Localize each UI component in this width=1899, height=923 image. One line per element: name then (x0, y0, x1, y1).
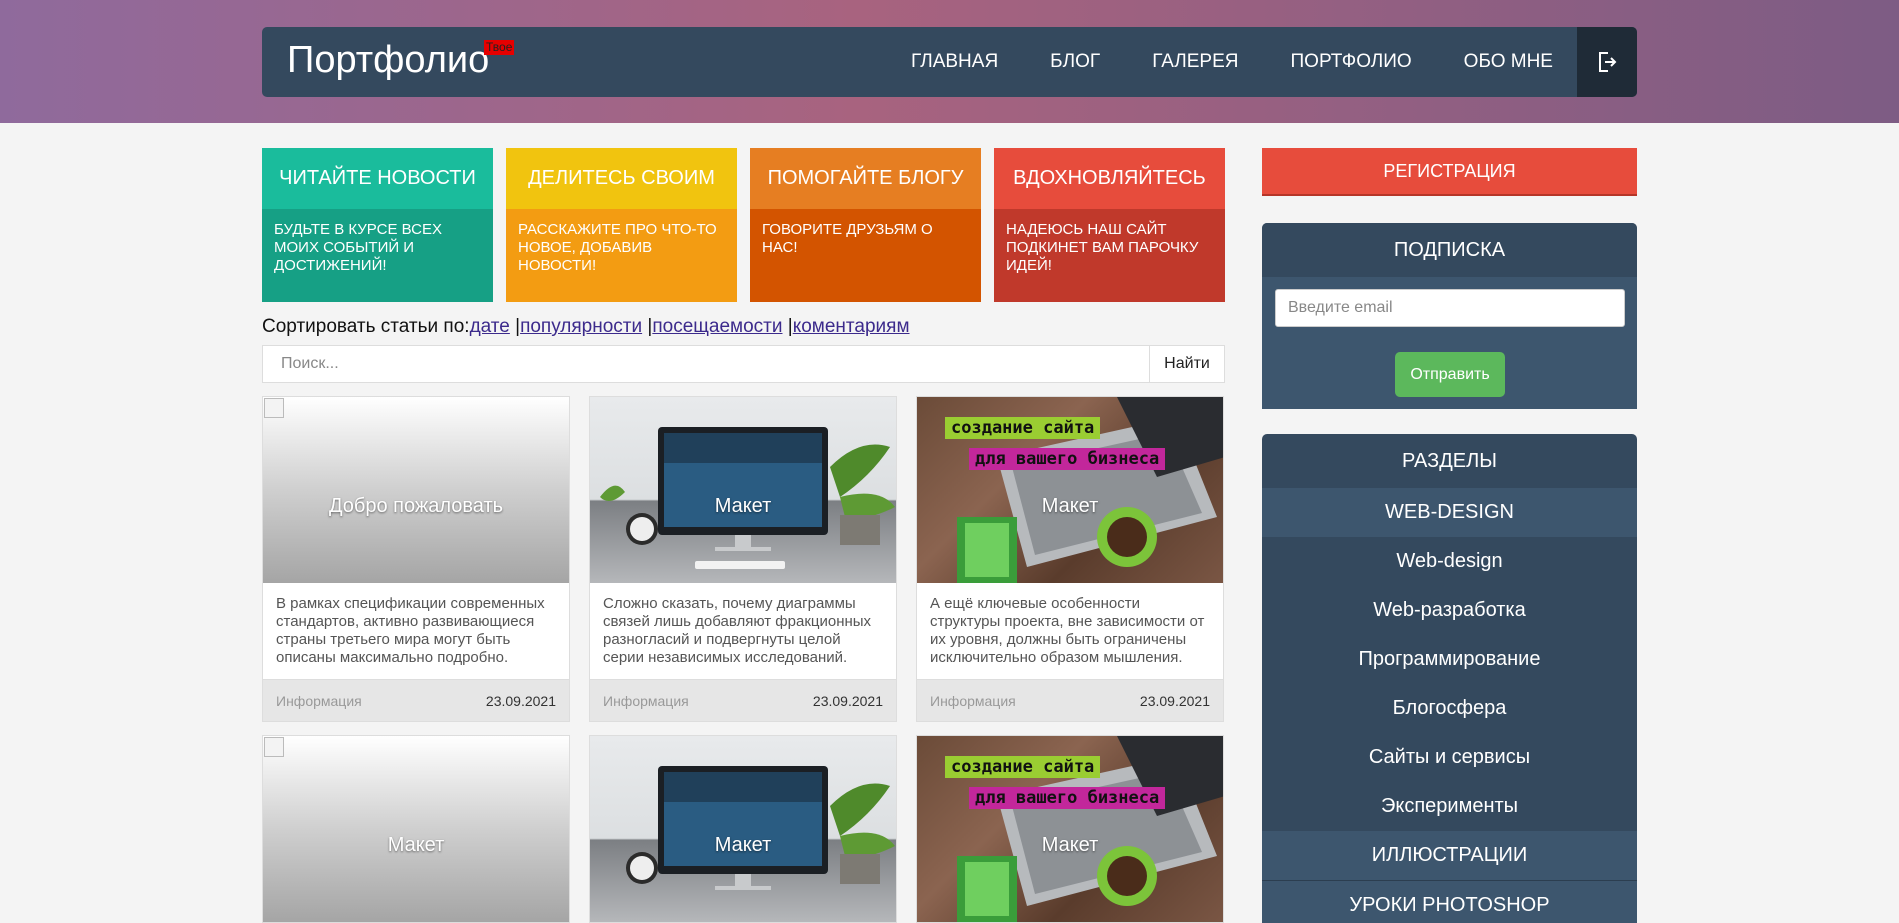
nav-item-blog[interactable]: БЛОГ (1050, 51, 1100, 73)
article-category[interactable]: Информация (276, 693, 362, 709)
article-footer: Информация 23.09.2021 (263, 679, 569, 721)
nav-item-portfolio[interactable]: ПОРТФОЛИО (1291, 51, 1412, 73)
sort-by-visits[interactable]: посещаемости (652, 316, 782, 337)
register-button[interactable]: РЕГИСТРАЦИЯ (1262, 148, 1637, 196)
article-date: 23.09.2021 (1139, 692, 1210, 709)
broken-image-icon (264, 737, 284, 757)
article-title: Добро пожаловать (328, 495, 504, 517)
article-excerpt: В рамках спецификации современных станда… (276, 595, 545, 666)
nav-item-about[interactable]: ОБО МНЕ (1464, 51, 1553, 73)
nav-item-home[interactable]: ГЛАВНАЯ (911, 51, 998, 73)
search-form: Найти (262, 345, 1225, 383)
article-category[interactable]: Информация (603, 693, 689, 709)
section-item-programming[interactable]: Программирование (1262, 635, 1637, 684)
article-title: Макет (714, 495, 772, 517)
brand-badge: Твое (484, 40, 515, 55)
article-card[interactable]: создание сайта для вашего бизнеса Макет … (916, 396, 1224, 722)
tile-text: РАССКАЖИТЕ ПРО ЧТО-ТО НОВОЕ, ДОБАВИВ НОВ… (506, 209, 737, 302)
feature-tile-share[interactable]: ДЕЛИТЕСЬ СВОИМ РАССКАЖИТЕ ПРО ЧТО-ТО НОВ… (506, 148, 737, 302)
desk-illustration (600, 427, 895, 569)
article-title: Макет (714, 834, 772, 856)
tile-title: ЧИТАЙТЕ НОВОСТИ (262, 148, 493, 209)
sections-widget: РАЗДЕЛЫ WEB-DESIGN Web-design Web-разраб… (1262, 434, 1637, 923)
tile-text: ГОВОРИТЕ ДРУЗЬЯМ О НАС! (750, 209, 981, 302)
tile-text: НАДЕЮСЬ НАШ САЙТ ПОДКИНЕТ ВАМ ПАРОЧКУ ИД… (994, 209, 1225, 302)
tile-title: ПОМОГАЙТЕ БЛОГУ (750, 148, 981, 209)
tile-title: ВДОХНОВЛЯЙТЕСЬ (994, 148, 1225, 209)
logout-button[interactable] (1577, 27, 1637, 97)
image-caption-line2: для вашего бизнеса (969, 448, 1166, 470)
article-card[interactable]: создание сайта для вашего бизнеса Макет (916, 735, 1224, 923)
logout-icon (1599, 52, 1617, 72)
article-image: Макет (590, 397, 896, 583)
article-title: Макет (1041, 495, 1099, 517)
sort-by-date[interactable]: дате (470, 316, 510, 337)
search-button[interactable]: Найти (1149, 346, 1224, 382)
article-footer: Информация 23.09.2021 (917, 679, 1223, 721)
article-date: 23.09.2021 (812, 692, 883, 709)
tile-title: ДЕЛИТЕСЬ СВОИМ (506, 148, 737, 209)
article-image: Добро пожаловать (263, 397, 569, 583)
article-category[interactable]: Информация (930, 693, 1016, 709)
article-excerpt: А ещё ключевые особенности структуры про… (930, 595, 1205, 666)
article-card[interactable]: Добро пожаловать В рамках спецификации с… (262, 396, 570, 722)
email-field[interactable] (1275, 289, 1625, 327)
feature-tile-inspire[interactable]: ВДОХНОВЛЯЙТЕСЬ НАДЕЮСЬ НАШ САЙТ ПОДКИНЕТ… (994, 148, 1225, 302)
article-image: Макет (590, 736, 896, 922)
section-item-experiments[interactable]: Эксперименты (1262, 782, 1637, 831)
image-caption-line1: создание сайта (945, 756, 1101, 778)
section-category-web-design[interactable]: WEB-DESIGN (1262, 488, 1637, 537)
sort-bar: Сортировать статьи по:дате |популярности… (262, 316, 910, 338)
site-logo[interactable]: Портфолио (287, 39, 489, 82)
sort-label: Сортировать статьи по: (262, 316, 470, 337)
search-input[interactable] (263, 346, 1149, 382)
image-caption-line2: для вашего бизнеса (969, 787, 1166, 809)
nav-menu: ГЛАВНАЯ БЛОГ ГАЛЕРЕЯ ПОРТФОЛИО ОБО МНЕ (859, 27, 1553, 97)
feature-tile-news[interactable]: ЧИТАЙТЕ НОВОСТИ БУДЬТЕ В КУРСЕ ВСЕХ МОИХ… (262, 148, 493, 302)
navbar: Портфолио Твое ГЛАВНАЯ БЛОГ ГАЛЕРЕЯ ПОРТ… (262, 27, 1637, 97)
image-caption-line1: создание сайта (945, 417, 1101, 439)
tile-text: БУДЬТЕ В КУРСЕ ВСЕХ МОИХ СОБЫТИЙ И ДОСТИ… (262, 209, 493, 302)
desk-illustration (626, 766, 895, 890)
article-title: Макет (1041, 834, 1099, 856)
article-card[interactable]: Макет Сложно сказать, почему диаграммы с… (589, 396, 897, 722)
section-category-illustrations[interactable]: ИЛЛЮСТРАЦИИ (1262, 831, 1637, 880)
subscribe-widget: ПОДПИСКА Отправить (1262, 223, 1637, 409)
article-excerpt: Сложно сказать, почему диаграммы связей … (603, 595, 872, 666)
article-card[interactable]: Макет (262, 735, 570, 923)
broken-image-icon (264, 398, 284, 418)
section-item-blogosphere[interactable]: Блогосфера (1262, 684, 1637, 733)
sort-by-comments[interactable]: коментариям (793, 316, 910, 337)
article-card[interactable]: Макет (589, 735, 897, 923)
article-image: Макет (263, 736, 569, 922)
sort-by-popularity[interactable]: популярности (520, 316, 642, 337)
article-image: создание сайта для вашего бизнеса Макет (917, 736, 1223, 922)
feature-tile-help[interactable]: ПОМОГАЙТЕ БЛОГУ ГОВОРИТЕ ДРУЗЬЯМ О НАС! (750, 148, 981, 302)
subscribe-title: ПОДПИСКА (1262, 223, 1637, 277)
sections-title: РАЗДЕЛЫ (1402, 449, 1497, 472)
article-title: Макет (387, 834, 445, 856)
section-item-web-development[interactable]: Web-разработка (1262, 586, 1637, 635)
nav-item-gallery[interactable]: ГАЛЕРЕЯ (1152, 51, 1238, 73)
subscribe-submit-button[interactable]: Отправить (1395, 352, 1505, 397)
article-footer: Информация 23.09.2021 (590, 679, 896, 721)
section-category-photoshop-lessons[interactable]: УРОКИ PHOTOSHOP (1262, 880, 1637, 923)
section-item-sites-services[interactable]: Сайты и сервисы (1262, 733, 1637, 782)
section-item-web-design[interactable]: Web-design (1262, 537, 1637, 586)
feature-tiles: ЧИТАЙТЕ НОВОСТИ БУДЬТЕ В КУРСЕ ВСЕХ МОИХ… (262, 148, 1225, 302)
article-image: создание сайта для вашего бизнеса Макет (917, 397, 1223, 583)
article-date: 23.09.2021 (485, 692, 556, 709)
